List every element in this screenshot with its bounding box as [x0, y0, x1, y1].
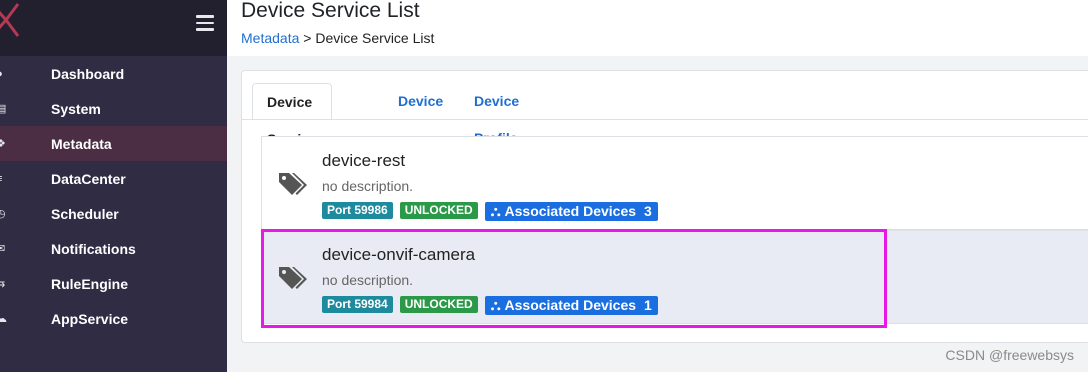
service-description: no description.: [322, 178, 414, 194]
associated-devices-label: Associated Devices: [504, 203, 637, 219]
service-name: device-onvif-camera: [322, 245, 476, 264]
tags-icon: [279, 267, 307, 289]
tab-device-profile[interactable]: Device Profile: [474, 83, 519, 146]
sidebar-item-label: Dashboard: [51, 65, 125, 82]
sidebar-item-dashboard[interactable]: ◕ Dashboard: [0, 56, 227, 91]
lock-status-badge: UNLOCKED: [399, 202, 478, 219]
tab-device[interactable]: Device: [398, 83, 443, 120]
page-title: Device Service List: [241, 0, 420, 22]
port-badge: Port 59984: [322, 296, 393, 313]
clock-icon: ◷: [0, 207, 6, 220]
lock-status-badge: UNLOCKED: [399, 296, 478, 313]
badge-row: Port 59986 UNLOCKED ⛬ Associated Devices…: [322, 202, 658, 221]
associated-devices-count: 3: [644, 203, 652, 219]
database-icon: ≡: [0, 173, 8, 185]
sidebar-item-ruleengine[interactable]: ⇆ RuleEngine: [0, 266, 227, 301]
breadcrumb-separator: >: [299, 30, 316, 46]
sidebar-item-label: Notifications: [51, 240, 136, 257]
sidebar: ◕ Dashboard ▤ System ❖ Metadata ≡ DataCe…: [0, 0, 227, 372]
sidebar-header: [0, 0, 227, 56]
envelope-icon: ✉: [0, 242, 6, 255]
sidebar-item-label: System: [51, 100, 101, 117]
sidebar-item-label: Metadata: [51, 135, 112, 152]
breadcrumb: Metadata > Device Service List: [241, 30, 434, 46]
associated-devices-label: Associated Devices: [504, 297, 637, 313]
logo-icon: [0, 3, 20, 37]
service-name: device-rest: [322, 151, 406, 170]
badge-row: Port 59984 UNLOCKED ⛬ Associated Devices…: [322, 296, 658, 315]
sidebar-item-datacenter[interactable]: ≡ DataCenter: [0, 161, 227, 196]
associated-devices-badge[interactable]: ⛬ Associated Devices 1: [484, 296, 658, 315]
associated-devices-count: 1: [644, 297, 652, 313]
sidebar-item-notifications[interactable]: ✉ Notifications: [0, 231, 227, 266]
breadcrumb-link-metadata[interactable]: Metadata: [241, 30, 299, 46]
sidebar-item-label: RuleEngine: [51, 275, 129, 292]
cubes-icon: ❖: [0, 137, 6, 150]
gauge-icon: ◕: [0, 68, 8, 80]
list-item[interactable]: device-onvif-camera no description. Port…: [261, 230, 1088, 324]
menu-toggle-icon[interactable]: [196, 15, 214, 31]
sitemap-icon: ⛬: [490, 297, 501, 313]
list-item[interactable]: device-rest no description. Port 59986 U…: [261, 136, 1088, 230]
tabs-divider: [242, 119, 1088, 120]
tags-icon: [279, 173, 307, 195]
sidebar-nav: ◕ Dashboard ▤ System ❖ Metadata ≡ DataCe…: [0, 56, 227, 336]
sitemap-icon: ⛬: [490, 203, 501, 219]
cloud-icon: ☁: [0, 312, 7, 325]
main-content: Device Service List Metadata > Device Se…: [227, 0, 1088, 372]
tab-device-service[interactable]: Device Service: [252, 83, 332, 147]
sidebar-item-label: Scheduler: [51, 205, 119, 222]
sidebar-item-label: AppService: [51, 310, 129, 327]
sidebar-item-scheduler[interactable]: ◷ Scheduler: [0, 196, 227, 231]
port-badge: Port 59986: [322, 202, 393, 219]
watermark: CSDN @freewebsys: [945, 347, 1074, 363]
sidebar-item-appservice[interactable]: ☁ AppService: [0, 301, 227, 336]
sidebar-item-system[interactable]: ▤ System: [0, 91, 227, 126]
sidebar-item-label: DataCenter: [51, 170, 126, 187]
breadcrumb-current: Device Service List: [315, 30, 435, 46]
sidebar-item-metadata[interactable]: ❖ Metadata: [0, 126, 227, 161]
service-description: no description.: [322, 272, 414, 288]
associated-devices-badge[interactable]: ⛬ Associated Devices 3: [484, 202, 658, 221]
rules-icon: ⇆: [0, 277, 6, 290]
server-icon: ▤: [0, 102, 7, 115]
